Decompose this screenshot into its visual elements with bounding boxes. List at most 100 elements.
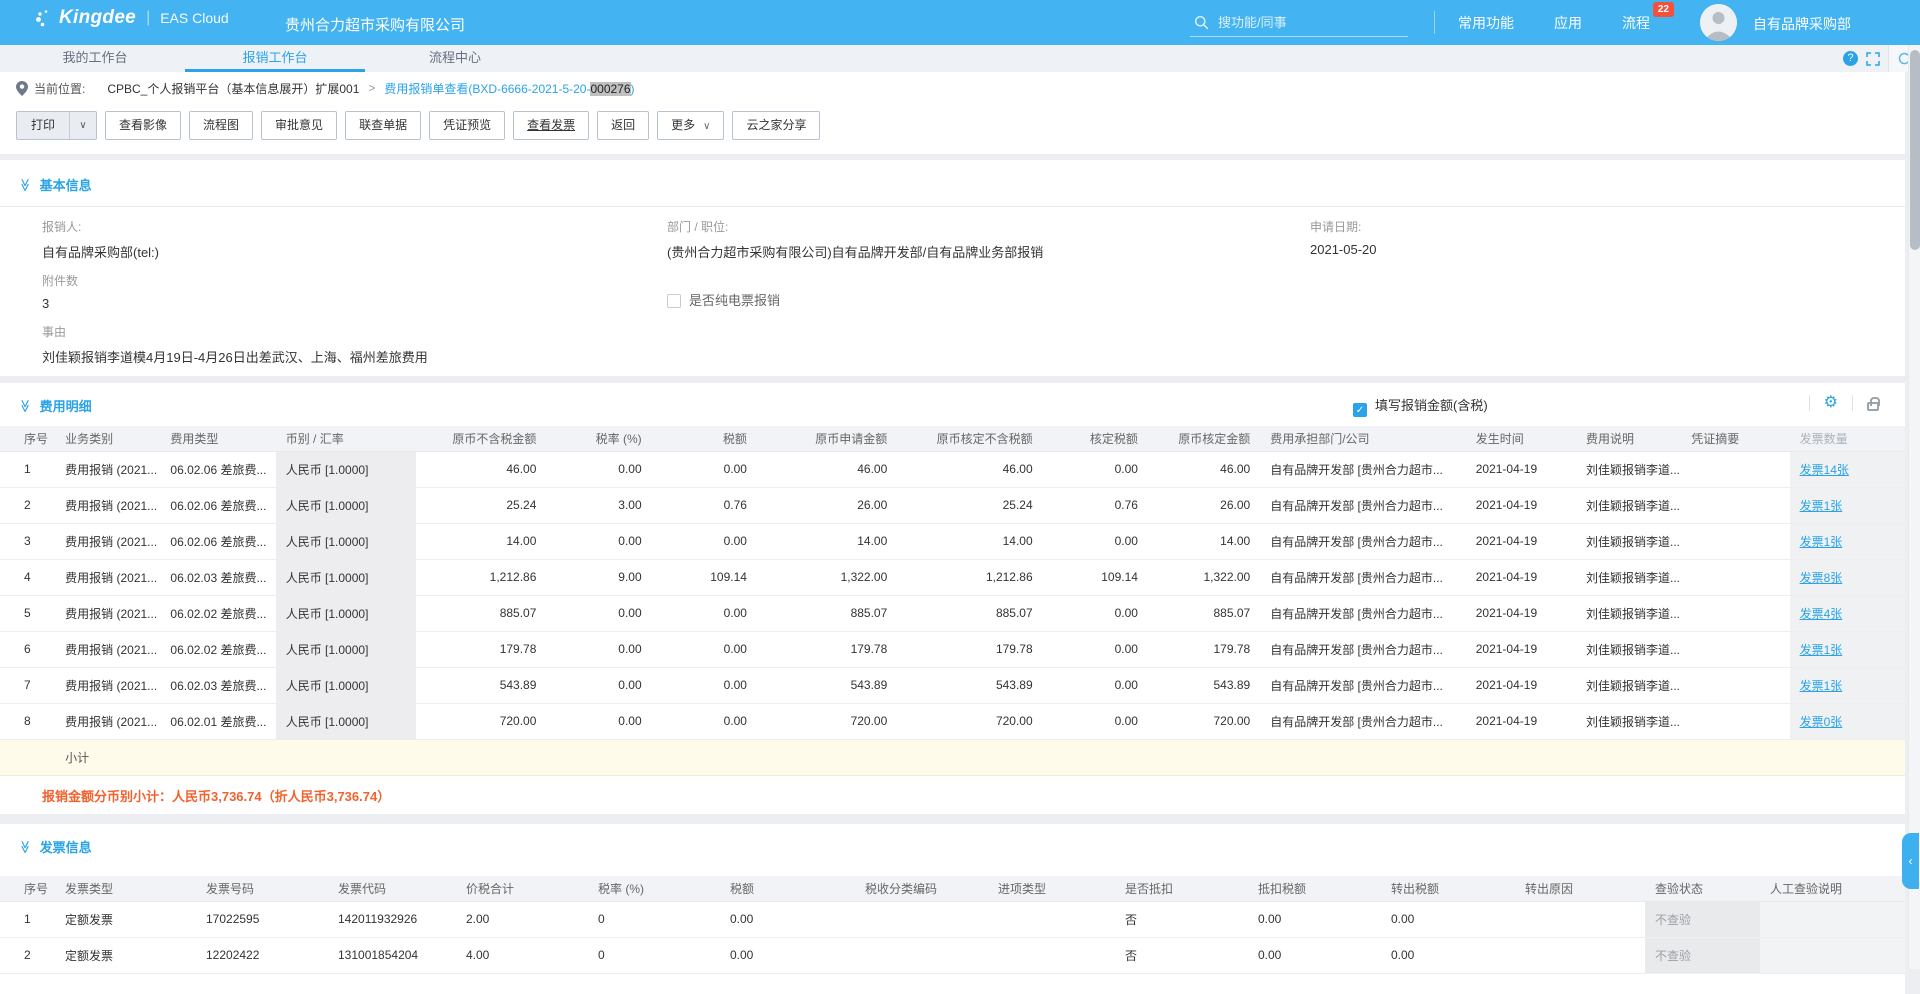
table-row[interactable]: 6费用报销 (2021...06.02.02 差旅费...人民币 [1.0000… (0, 631, 1905, 667)
vertical-scrollbar[interactable] (1908, 45, 1920, 969)
grid-tools: ⚙ (1809, 395, 1879, 411)
chevron-left-icon: ‹ (1909, 854, 1913, 868)
print-dropdown-chevron-icon[interactable]: ∨ (70, 112, 96, 139)
table-cell: 0.00 (546, 451, 651, 487)
table-cell: 0.00 (1043, 631, 1148, 667)
nav-item-apps[interactable]: 应用 (1554, 13, 1582, 33)
section-title: 发票信息 (40, 837, 92, 856)
table-cell: 109.14 (1043, 559, 1148, 595)
apply-date-value: 2021-05-20 (1310, 242, 1377, 257)
column-header: 税收分类编码 (855, 876, 988, 901)
table-row[interactable]: 2费用报销 (2021...06.02.06 差旅费...人民币 [1.0000… (0, 487, 1905, 523)
table-cell (1681, 487, 1789, 523)
tab-bar: 我的工作台报销工作台流程中心 ? (0, 45, 1920, 72)
view-invoice-button[interactable]: 查看发票 (513, 111, 589, 140)
print-split-button[interactable]: 打印 ∨ (16, 111, 97, 140)
apply-date-field: 申请日期: 2021-05-20 (1310, 218, 1377, 257)
table-cell (652, 739, 757, 775)
table-row[interactable]: 8费用报销 (2021...06.02.01 差旅费...人民币 [1.0000… (0, 703, 1905, 739)
applicant-value: 自有品牌采购部(tel:) (42, 242, 159, 261)
collapse-chevron-icon: ≫ (17, 399, 33, 413)
column-header: 抵扣税额 (1248, 876, 1381, 901)
company-name: 贵州合力超市采购有限公司 (285, 14, 465, 35)
linked-documents-button[interactable]: 联查单据 (345, 111, 421, 140)
current-username[interactable]: 自有品牌采购部 (1753, 14, 1851, 34)
epay-checkbox[interactable] (667, 294, 681, 308)
tab-my-workbench[interactable]: 我的工作台 (5, 45, 185, 72)
global-search[interactable] (1190, 9, 1408, 37)
table-row[interactable]: 3费用报销 (2021...06.02.06 差旅费...人民币 [1.0000… (0, 523, 1905, 559)
table-cell: 0.00 (652, 667, 757, 703)
table-cell (1681, 667, 1789, 703)
table-header-row: 序号业务类别费用类型币别 / 汇率原币不含税金额税率 (%)税额原币申请金额原币… (0, 426, 1905, 451)
table-cell: 1 (0, 451, 55, 487)
table-cell: 0.00 (720, 901, 855, 937)
table-cell (988, 901, 1115, 937)
attachment-count-field: 附件数 3 (42, 272, 78, 311)
back-button[interactable]: 返回 (597, 111, 649, 140)
table-cell (1681, 523, 1789, 559)
view-image-button[interactable]: 查看影像 (105, 111, 181, 140)
column-header: 业务类别 (55, 426, 160, 451)
table-cell (757, 739, 897, 775)
invoice-count-link[interactable]: 发票0张 (1800, 715, 1843, 729)
column-header: 原币核定金额 (1148, 426, 1260, 451)
expense-detail-header[interactable]: ≫ 费用明细 (18, 396, 92, 415)
invoice-info-header[interactable]: ≫ 发票信息 (18, 837, 92, 856)
table-cell: 人民币 [1.0000] (276, 559, 416, 595)
table-cell: 06.02.06 差旅费... (160, 523, 275, 559)
table-row[interactable]: 1费用报销 (2021...06.02.06 差旅费...人民币 [1.0000… (0, 451, 1905, 487)
divider (1809, 395, 1810, 411)
scrollbar-thumb[interactable] (1910, 50, 1920, 250)
column-header: 凭证摘要 (1681, 426, 1789, 451)
help-icon[interactable]: ? (1843, 51, 1858, 66)
table-cell: 543.89 (1148, 667, 1260, 703)
table-row[interactable]: 4费用报销 (2021...06.02.03 差旅费...人民币 [1.0000… (0, 559, 1905, 595)
print-button[interactable]: 打印 (17, 112, 70, 139)
fullscreen-icon[interactable] (1866, 52, 1880, 66)
approval-comments-button[interactable]: 审批意见 (261, 111, 337, 140)
breadcrumb-toolbar-panel: 当前位置: CPBC_个人报销平台（基本信息展开）扩展001 > 费用报销单查看… (0, 72, 1905, 154)
voucher-preview-button[interactable]: 凭证预览 (429, 111, 505, 140)
table-cell: 费用报销 (2021... (55, 667, 160, 703)
invoice-count-link[interactable]: 发票8张 (1800, 571, 1843, 585)
nav-item-common-functions[interactable]: 常用功能 (1458, 13, 1514, 33)
search-input[interactable] (1216, 14, 1381, 31)
tab-reimburse-workbench[interactable]: 报销工作台 (185, 45, 365, 72)
lock-icon[interactable] (1867, 402, 1879, 411)
invoice-count-link[interactable]: 发票4张 (1800, 607, 1843, 621)
gear-icon[interactable]: ⚙ (1824, 395, 1838, 411)
column-header: 发票类型 (55, 876, 196, 901)
table-cell: 自有品牌开发部 [贵州合力超市... (1260, 487, 1466, 523)
yunzhijia-share-button[interactable]: 云之家分享 (732, 111, 820, 140)
invoice-count-link[interactable]: 发票1张 (1800, 679, 1843, 693)
invoice-count-link[interactable]: 发票1张 (1800, 643, 1843, 657)
table-cell: 17022595 (196, 901, 328, 937)
table-cell: 人民币 [1.0000] (276, 523, 416, 559)
flowchart-button[interactable]: 流程图 (189, 111, 253, 140)
product-name: EAS Cloud (160, 10, 228, 26)
table-cell: 自有品牌开发部 [贵州合力超市... (1260, 595, 1466, 631)
collapse-panel-toggle[interactable]: ‹ (1902, 833, 1919, 889)
avatar[interactable] (1700, 4, 1737, 41)
table-row[interactable]: 1定额发票170225951420119329262.0000.00否0.000… (0, 901, 1905, 937)
basic-info-header[interactable]: ≫ 基本信息 (18, 175, 92, 194)
table-cell: 自有品牌开发部 [贵州合力超市... (1260, 559, 1466, 595)
tab-process-center[interactable]: 流程中心 (365, 45, 545, 72)
table-row[interactable]: 2定额发票122024221310018542044.0000.00否0.000… (0, 937, 1905, 973)
table-cell: 2021-04-19 (1466, 667, 1576, 703)
invoice-count-link[interactable]: 发票14张 (1800, 463, 1849, 477)
table-cell: 179.78 (416, 631, 546, 667)
table-row[interactable]: 5费用报销 (2021...06.02.02 差旅费...人民币 [1.0000… (0, 595, 1905, 631)
table-row[interactable]: 7费用报销 (2021...06.02.03 差旅费...人民币 [1.0000… (0, 667, 1905, 703)
table-cell: 0.00 (546, 703, 651, 739)
more-button[interactable]: 更多∨ (657, 111, 724, 140)
table-cell (416, 739, 546, 775)
invoice-count-link[interactable]: 发票1张 (1800, 499, 1843, 513)
table-cell: 0.76 (652, 487, 757, 523)
fill-amount-checkbox[interactable]: ✓ (1353, 403, 1367, 417)
breadcrumb-path: CPBC_个人报销平台（基本信息展开）扩展001 (107, 80, 359, 97)
document-link[interactable]: 费用报销单查看(BXD-6666-2021-5-20-000276) (384, 80, 634, 97)
nav-item-workflow[interactable]: 流程22 (1622, 13, 1650, 33)
invoice-count-link[interactable]: 发票1张 (1800, 535, 1843, 549)
